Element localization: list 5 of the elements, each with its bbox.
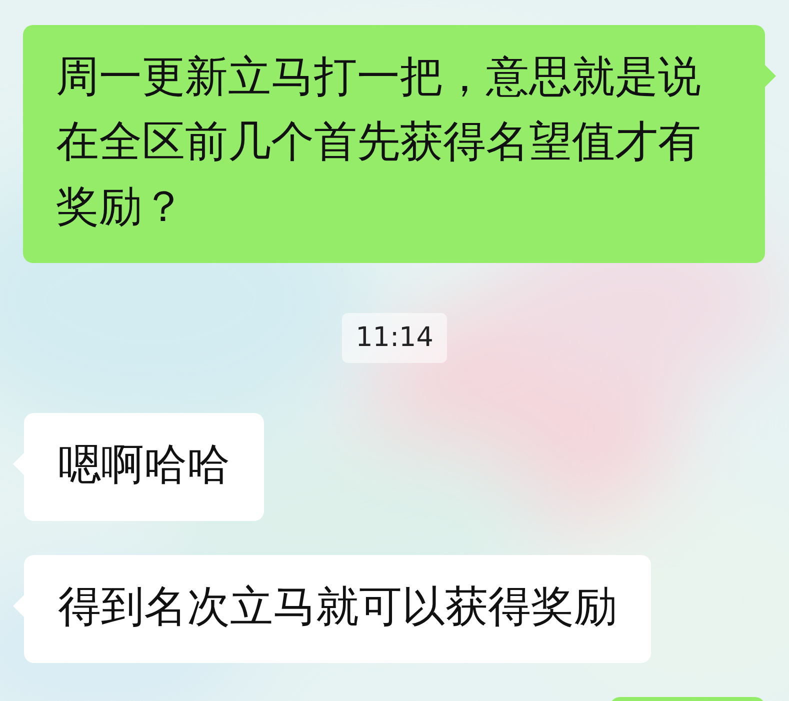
bubble-tail bbox=[765, 65, 776, 87]
chat-bubble: 周一更新立马打一把，意思就是说在全区前几个首先获得名望值才有奖励？ bbox=[23, 25, 765, 263]
chat-bubble: 嗯啊哈哈 bbox=[24, 413, 264, 521]
timestamp: 11:14 bbox=[342, 313, 448, 363]
chat-bubble: 得到名次立马就可以获得奖励 bbox=[24, 555, 651, 663]
